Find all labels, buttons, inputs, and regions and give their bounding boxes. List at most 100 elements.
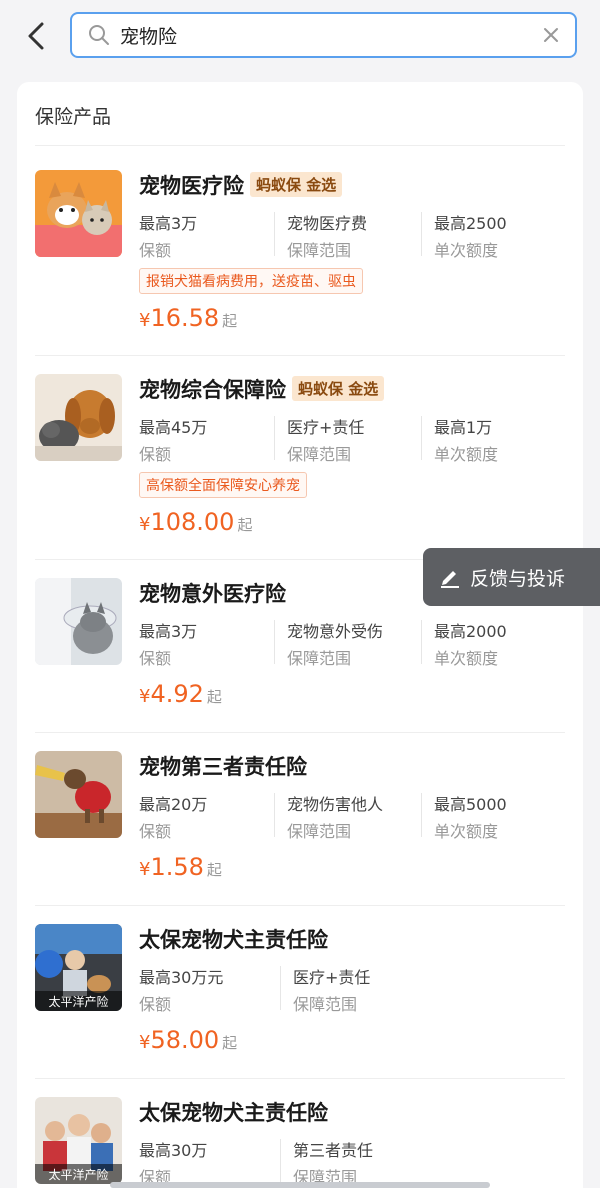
product-image: 太平洋产险 — [35, 1097, 122, 1184]
stat-label: 单次额度 — [434, 649, 499, 668]
stat-coverage: 最高45万 保额 — [139, 414, 207, 464]
price: ¥4.92 起 — [139, 680, 222, 708]
stat-value: 医疗+责任 — [293, 968, 371, 987]
product-stats: 最高30万元 保额 医疗+责任 保障范围 — [139, 964, 559, 1014]
back-button[interactable] — [18, 16, 54, 56]
feedback-button[interactable]: 反馈与投诉 — [423, 548, 600, 606]
stat-coverage: 最高3万 保额 — [139, 618, 197, 668]
price-currency: ¥ — [139, 686, 151, 707]
price: ¥1.58 起 — [139, 853, 222, 881]
stat-value: 最高3万 — [139, 214, 198, 233]
stat-label: 保障范围 — [287, 445, 352, 464]
stat-value: 最高30万 — [139, 1141, 208, 1160]
stat-divider — [274, 416, 275, 460]
product-item[interactable]: 宠物综合保障险 蚂蚁保 金选 最高45万 保额 医疗+责任 保障范围 最高1万 单… — [17, 356, 583, 560]
stat-label: 单次额度 — [434, 445, 499, 464]
price-suffix: 起 — [206, 861, 222, 879]
stat-coverage: 最高3万 保额 — [139, 210, 197, 260]
feedback-label: 反馈与投诉 — [470, 567, 566, 590]
product-item[interactable]: 宠物医疗险 蚂蚁保 金选 最高3万 保额 宠物医疗费 保障范围 最高2500 单次… — [17, 152, 583, 356]
price-suffix: 起 — [222, 312, 238, 330]
stat-scope: 宠物意外受伤 保障范围 — [287, 618, 383, 668]
stat-divider — [421, 793, 422, 837]
product-name-text: 宠物医疗险 — [139, 174, 244, 198]
product-name: 宠物意外医疗险 — [139, 578, 286, 608]
price-amount: 58.00 — [150, 1026, 220, 1054]
promo-tag: 报销犬猫看病费用，送疫苗、驱虫 — [139, 268, 363, 294]
stat-value: 第三者责任 — [293, 1141, 374, 1160]
stat-label: 保障范围 — [287, 649, 352, 668]
section-title: 保险产品 — [35, 106, 112, 128]
stat-scope: 医疗+责任 保障范围 — [293, 964, 370, 1014]
scroll-indicator — [110, 1182, 490, 1188]
stat-scope: 医疗+责任 保障范围 — [287, 414, 364, 464]
top-bar — [0, 0, 600, 78]
stat-limit: 最高1万 单次额度 — [434, 414, 498, 464]
stat-label: 保额 — [139, 995, 172, 1014]
stat-coverage: 最高20万 保额 — [139, 791, 207, 841]
price: ¥16.58 起 — [139, 304, 237, 332]
price-currency: ¥ — [139, 859, 151, 880]
price: ¥58.00 起 — [139, 1026, 237, 1054]
price-amount: 16.58 — [150, 304, 220, 332]
stat-value: 医疗+责任 — [287, 418, 365, 437]
price-amount: 108.00 — [150, 508, 235, 536]
stat-label: 保额 — [139, 822, 172, 841]
insurer-caption: 太平洋产险 — [35, 991, 122, 1011]
chevron-left-icon — [28, 22, 44, 50]
stat-value: 最高1万 — [434, 418, 493, 437]
search-icon — [89, 25, 109, 45]
product-image: 太平洋产险 — [35, 924, 122, 1011]
product-image — [35, 751, 122, 838]
product-stats: 最高45万 保额 医疗+责任 保障范围 最高1万 单次额度 — [139, 414, 559, 464]
product-image — [35, 374, 122, 461]
stat-label: 保障范围 — [287, 241, 352, 260]
price-amount: 1.58 — [150, 853, 204, 881]
stat-label: 保障范围 — [287, 822, 352, 841]
stat-divider — [274, 212, 275, 256]
search-box[interactable] — [70, 12, 577, 58]
product-stats: 最高3万 保额 宠物意外受伤 保障范围 最高2000 单次额度 — [139, 618, 559, 668]
badge: 蚂蚁保 金选 — [292, 376, 385, 401]
stat-value: 宠物伤害他人 — [287, 795, 384, 814]
stat-value: 最高3万 — [139, 622, 198, 641]
stat-value: 宠物意外受伤 — [287, 622, 384, 641]
stat-label: 保额 — [139, 445, 172, 464]
stat-label: 保障范围 — [293, 995, 358, 1014]
product-name: 宠物综合保障险 蚂蚁保 金选 — [139, 374, 385, 404]
product-name: 宠物医疗险 蚂蚁保 金选 — [139, 170, 343, 200]
product-name: 太保宠物犬主责任险 — [139, 924, 328, 954]
product-item[interactable]: 太平洋产险 太保宠物犬主责任险 最高30万 保额 第三者责任 保障范围 — [17, 1079, 583, 1188]
stat-label: 单次额度 — [434, 822, 499, 841]
stat-value: 最高45万 — [139, 418, 208, 437]
price-amount: 4.92 — [150, 680, 204, 708]
stat-limit: 最高2000 单次额度 — [434, 618, 507, 668]
stat-divider — [274, 620, 275, 664]
insurer-caption: 太平洋产险 — [35, 1164, 122, 1184]
stat-divider — [421, 416, 422, 460]
stat-value: 最高2000 — [434, 622, 507, 641]
stat-value: 最高2500 — [434, 214, 507, 233]
product-stats: 最高3万 保额 宠物医疗费 保障范围 最高2500 单次额度 — [139, 210, 559, 260]
product-item[interactable]: 宠物第三者责任险 最高20万 保额 宠物伤害他人 保障范围 最高5000 单次额… — [17, 733, 583, 906]
price-suffix: 起 — [237, 516, 253, 534]
product-image — [35, 578, 122, 665]
price: ¥108.00 起 — [139, 508, 252, 536]
product-name-text: 太保宠物犬主责任险 — [139, 1101, 328, 1125]
product-name-text: 宠物意外医疗险 — [139, 582, 286, 606]
stat-divider — [280, 966, 281, 1010]
price-suffix: 起 — [222, 1034, 238, 1052]
product-name: 宠物第三者责任险 — [139, 751, 307, 781]
search-input[interactable] — [120, 15, 510, 55]
product-stats: 最高30万 保额 第三者责任 保障范围 — [139, 1137, 559, 1187]
stat-value: 宠物医疗费 — [287, 214, 368, 233]
results-card: 保险产品 宠物医疗险 蚂蚁保 金选 最高3万 保额 宠物医疗费 保障范围 最高2… — [17, 82, 583, 1188]
product-item[interactable]: 太平洋产险 太保宠物犬主责任险 最高30万元 保额 医疗+责任 保障范围 ¥58… — [17, 906, 583, 1079]
promo-tag: 高保额全面保障安心养宠 — [139, 472, 307, 498]
stat-limit: 最高5000 单次额度 — [434, 791, 507, 841]
stat-label: 单次额度 — [434, 241, 499, 260]
close-icon[interactable] — [541, 25, 561, 45]
stat-scope: 宠物伤害他人 保障范围 — [287, 791, 383, 841]
product-stats: 最高20万 保额 宠物伤害他人 保障范围 最高5000 单次额度 — [139, 791, 559, 841]
stat-divider — [421, 212, 422, 256]
